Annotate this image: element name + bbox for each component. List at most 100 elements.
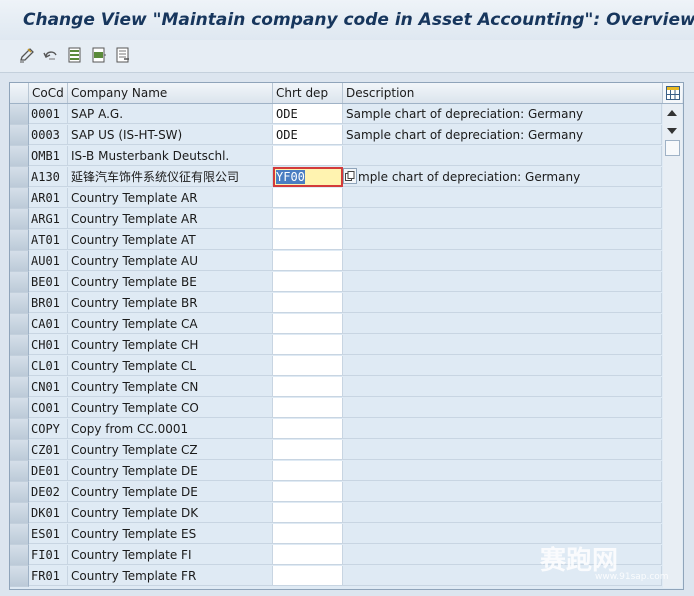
cell-company-name: Copy from CC.0001 — [68, 419, 273, 439]
cell-cocd: CL01 — [29, 356, 68, 376]
cell-cocd: AT01 — [29, 230, 68, 250]
scroll-down-icon[interactable] — [667, 128, 677, 134]
cell-description — [343, 461, 662, 481]
value-help-icon[interactable] — [343, 168, 357, 184]
table-row: BR01 Country Template BR — [10, 293, 662, 314]
row-selector[interactable] — [10, 356, 29, 377]
chrt-dep-input[interactable] — [273, 272, 343, 292]
cell-description: Sample chart of depreciation: Germany — [343, 125, 662, 145]
row-selector[interactable] — [10, 398, 29, 419]
select-all-icon[interactable] — [66, 46, 84, 64]
row-selector[interactable] — [10, 251, 29, 272]
select-block-icon[interactable] — [90, 46, 108, 64]
row-selector[interactable] — [10, 188, 29, 209]
row-selector[interactable] — [10, 104, 29, 125]
chrt-dep-input[interactable] — [273, 566, 343, 586]
table-row: OMB1 IS-B Musterbank Deutschl. — [10, 146, 662, 167]
cell-description — [343, 356, 662, 376]
cell-company-name: Country Template CO — [68, 398, 273, 418]
cell-company-name: Country Template AU — [68, 251, 273, 271]
column-header-company-name[interactable]: Company Name — [68, 83, 273, 103]
cell-cocd: BR01 — [29, 293, 68, 313]
cell-description — [343, 335, 662, 355]
row-selector[interactable] — [10, 146, 29, 167]
column-header-cocd[interactable]: CoCd — [29, 83, 68, 103]
table-row: CA01 Country Template CA — [10, 314, 662, 335]
cell-company-name: Country Template CN — [68, 377, 273, 397]
table-row: DE02 Country Template DE — [10, 482, 662, 503]
chrt-dep-input[interactable] — [273, 230, 343, 250]
row-selector[interactable] — [10, 293, 29, 314]
table-row: CN01 Country Template CN — [10, 377, 662, 398]
column-header-chrt-dep[interactable]: Chrt dep — [273, 83, 343, 103]
cell-company-name: Country Template FR — [68, 566, 273, 586]
column-header-description[interactable]: Description — [343, 83, 663, 103]
table-row: 0003 SAP US (IS-HT-SW) ODE Sample chart of … — [10, 125, 662, 146]
table-row: A130 延锋汽车饰件系统仪征有限公司 YF00 mple chart of depr… — [10, 167, 662, 188]
chrt-dep-input[interactable] — [273, 503, 343, 523]
table-control: CoCd Company Name Chrt dep Description 0… — [9, 82, 684, 590]
deselect-all-icon[interactable] — [114, 46, 132, 64]
cell-cocd: FR01 — [29, 566, 68, 586]
cell-description — [343, 503, 662, 523]
row-selector[interactable] — [10, 377, 29, 398]
row-selector[interactable] — [10, 272, 29, 293]
row-selector[interactable] — [10, 167, 29, 188]
row-selector[interactable] — [10, 125, 29, 146]
cell-cocd: CA01 — [29, 314, 68, 334]
row-selector[interactable] — [10, 419, 29, 440]
cell-cocd: 0003 — [29, 125, 68, 145]
cell-cocd: ARG1 — [29, 209, 68, 229]
row-selector[interactable] — [10, 230, 29, 251]
chrt-dep-input[interactable] — [273, 293, 343, 313]
row-selector[interactable] — [10, 482, 29, 503]
row-selector[interactable] — [10, 545, 29, 566]
row-selector[interactable] — [10, 314, 29, 335]
row-selector[interactable] — [10, 440, 29, 461]
chrt-dep-input[interactable] — [273, 524, 343, 544]
cell-company-name: Country Template DE — [68, 461, 273, 481]
select-all-rows-corner[interactable] — [10, 83, 29, 103]
cell-description — [343, 398, 662, 418]
cell-company-name: Country Template AT — [68, 230, 273, 250]
vertical-scrollbar[interactable] — [663, 104, 682, 588]
chrt-dep-input[interactable] — [273, 398, 343, 418]
cell-description: Sample chart of depreciation: Germany — [343, 104, 662, 124]
table-row: DK01 Country Template DK — [10, 503, 662, 524]
row-selector[interactable] — [10, 461, 29, 482]
scroll-up-icon[interactable] — [667, 110, 677, 116]
chrt-dep-input[interactable] — [273, 482, 343, 502]
chrt-dep-input[interactable] — [273, 356, 343, 376]
row-selector[interactable] — [10, 566, 29, 587]
chrt-dep-input[interactable] — [273, 209, 343, 229]
scroll-thumb[interactable] — [665, 140, 680, 156]
chrt-dep-input[interactable] — [273, 377, 343, 397]
chrt-dep-input[interactable] — [273, 314, 343, 334]
chrt-dep-input[interactable]: YF00 — [273, 167, 343, 187]
chrt-dep-input[interactable] — [273, 335, 343, 355]
chrt-dep-input[interactable]: ODE — [273, 104, 343, 124]
cell-description — [343, 188, 662, 208]
chrt-dep-input[interactable] — [273, 419, 343, 439]
undo-icon[interactable] — [42, 46, 60, 64]
edit-pen-icon[interactable] — [18, 46, 36, 64]
cell-company-name: SAP US (IS-HT-SW) — [68, 125, 273, 145]
table-settings-icon[interactable] — [663, 83, 682, 103]
cell-description — [343, 293, 662, 313]
chrt-dep-input[interactable] — [273, 146, 343, 166]
chrt-dep-input[interactable] — [273, 545, 343, 565]
cell-description — [343, 419, 662, 439]
row-selector[interactable] — [10, 335, 29, 356]
cell-description — [343, 272, 662, 292]
chrt-dep-selected-value: YF00 — [276, 170, 305, 184]
row-selector[interactable] — [10, 503, 29, 524]
chrt-dep-input[interactable] — [273, 461, 343, 481]
row-selector[interactable] — [10, 209, 29, 230]
chrt-dep-input[interactable]: ODE — [273, 125, 343, 145]
chrt-dep-input[interactable] — [273, 188, 343, 208]
cell-company-name: Country Template CZ — [68, 440, 273, 460]
chrt-dep-input[interactable] — [273, 440, 343, 460]
row-selector[interactable] — [10, 524, 29, 545]
chrt-dep-input[interactable] — [273, 251, 343, 271]
page-title: Change View "Maintain company code in As… — [23, 10, 694, 30]
